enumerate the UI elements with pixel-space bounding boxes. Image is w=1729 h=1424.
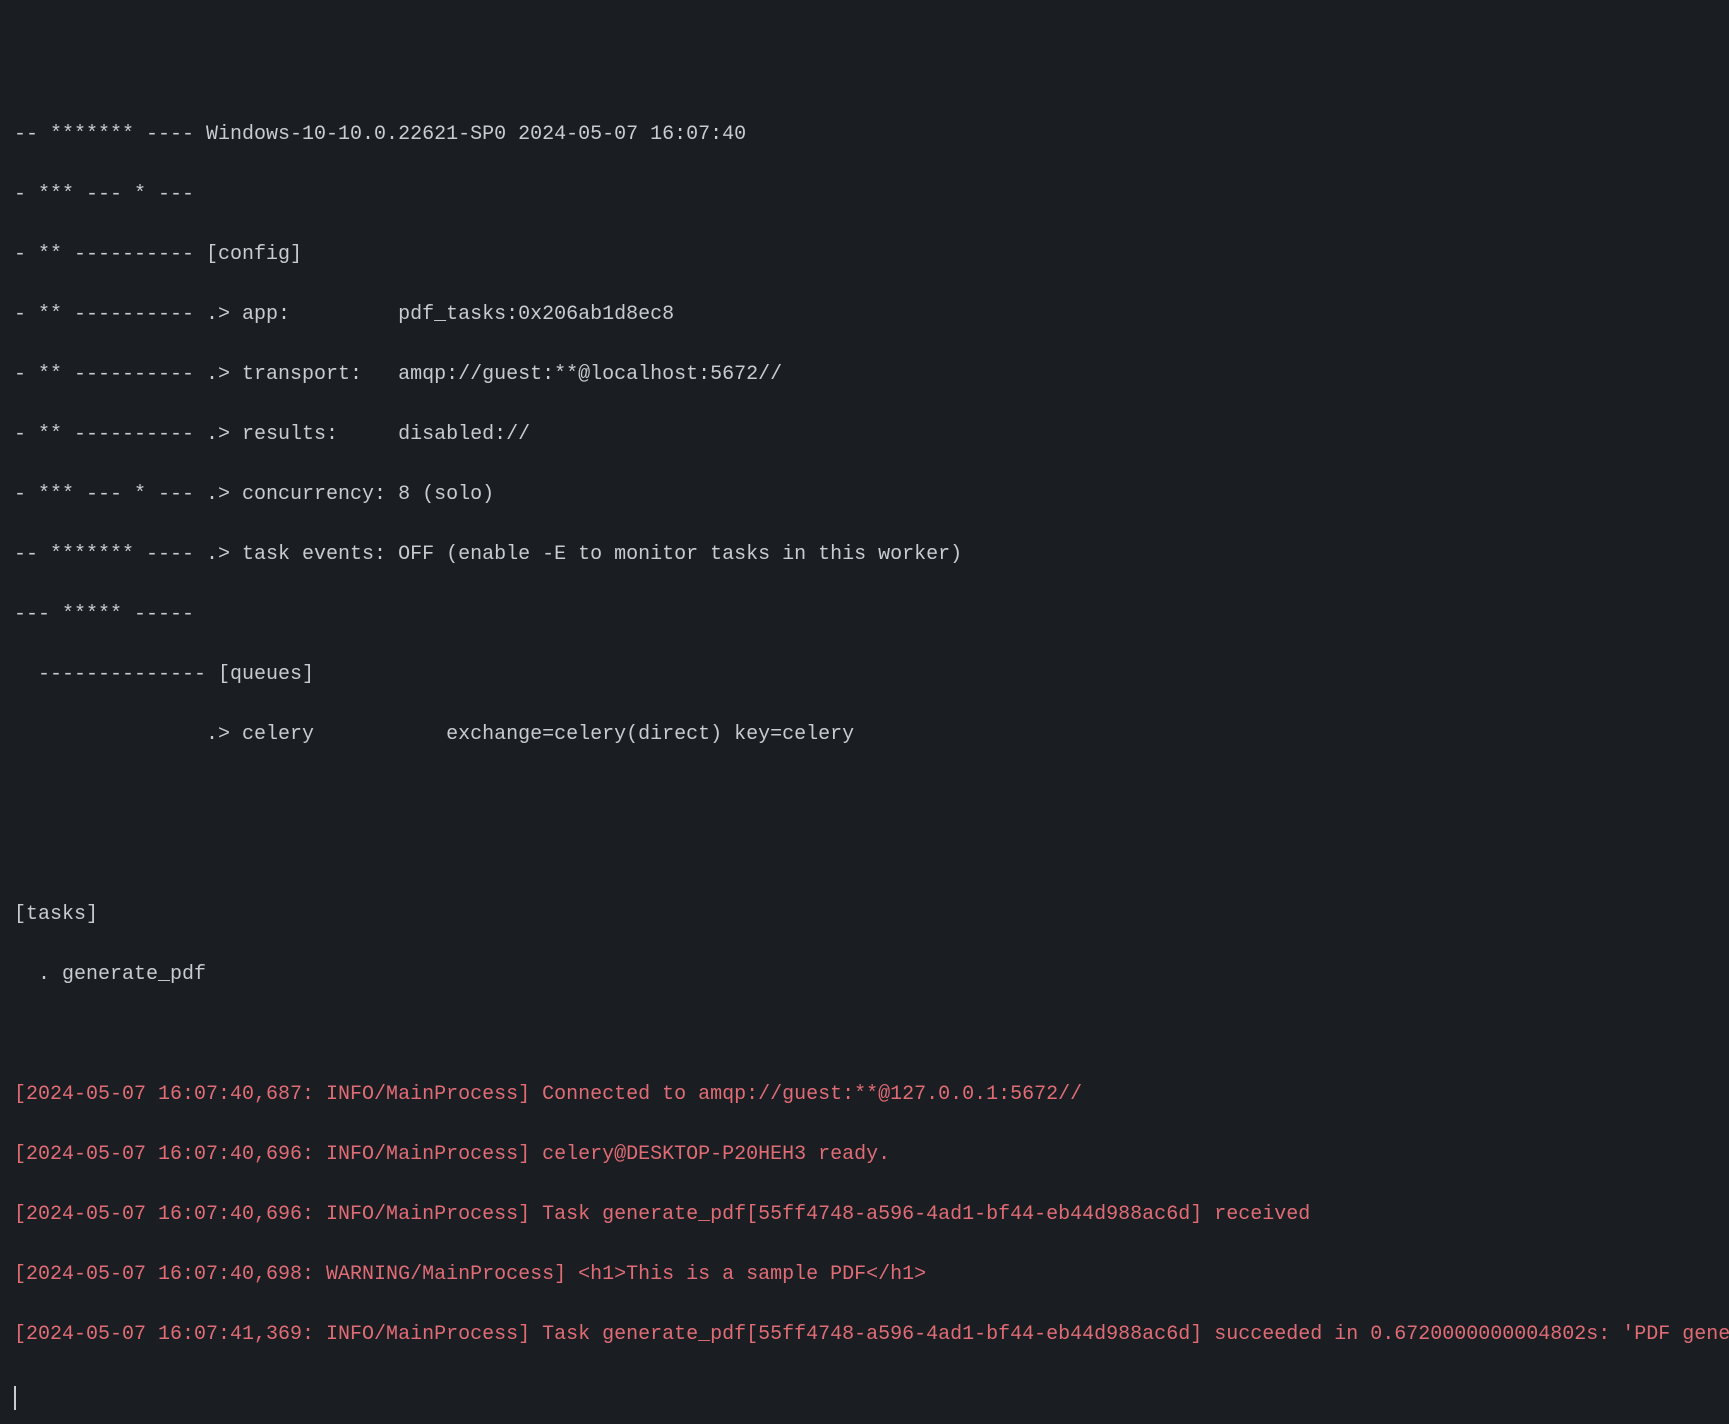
blank-line-3	[14, 1020, 1715, 1050]
log-line-warning: [2024-05-07 16:07:40,698: WARNING/MainPr…	[14, 1260, 1715, 1290]
blank-line-2	[14, 840, 1715, 870]
log-line-task-received: [2024-05-07 16:07:40,696: INFO/MainProce…	[14, 1200, 1715, 1230]
banner-line-platform: -- ******* ---- Windows-10-10.0.22621-SP…	[14, 120, 1715, 150]
tasks-item-generate-pdf: . generate_pdf	[14, 960, 1715, 990]
banner-line-asterisk-top: - *** --- * ---	[14, 180, 1715, 210]
blank-line-1	[14, 780, 1715, 810]
banner-line-queues-header: -------------- [queues]	[14, 660, 1715, 690]
banner-line-config-header: - ** ---------- [config]	[14, 240, 1715, 270]
cursor-line[interactable]	[14, 1380, 1715, 1410]
banner-line-concurrency: - *** --- * --- .> concurrency: 8 (solo)	[14, 480, 1715, 510]
banner-line-results: - ** ---------- .> results: disabled://	[14, 420, 1715, 450]
cursor-icon	[14, 1386, 16, 1410]
log-line-succeeded: [2024-05-07 16:07:41,369: INFO/MainProce…	[14, 1320, 1715, 1350]
banner-line-task-events: -- ******* ---- .> task events: OFF (ena…	[14, 540, 1715, 570]
tasks-header: [tasks]	[14, 900, 1715, 930]
banner-line-app: - ** ---------- .> app: pdf_tasks:0x206a…	[14, 300, 1715, 330]
banner-line-transport: - ** ---------- .> transport: amqp://gue…	[14, 360, 1715, 390]
log-line-ready: [2024-05-07 16:07:40,696: INFO/MainProce…	[14, 1140, 1715, 1170]
log-line-connected: [2024-05-07 16:07:40,687: INFO/MainProce…	[14, 1080, 1715, 1110]
banner-line-queue-celery: .> celery exchange=celery(direct) key=ce…	[14, 720, 1715, 750]
banner-line-asterisk-bottom: --- ***** -----	[14, 600, 1715, 630]
